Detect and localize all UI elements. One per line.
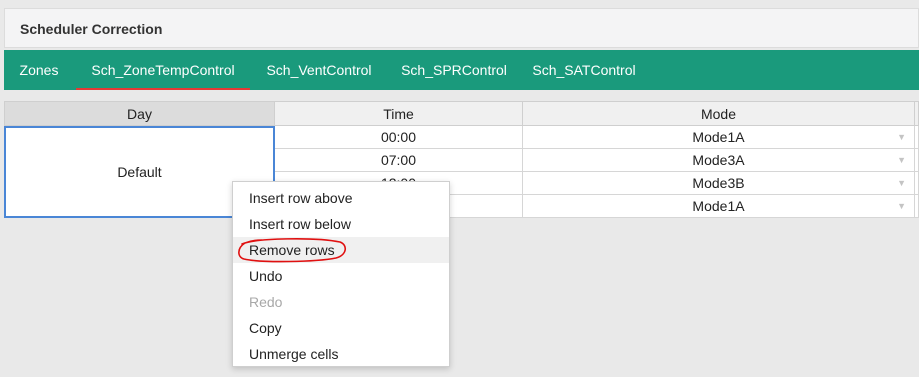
row-edge	[915, 172, 919, 195]
column-header-mode[interactable]: Mode	[523, 101, 915, 126]
dropdown-arrow-icon[interactable]: ▼	[897, 172, 906, 194]
menu-item-unmerge-cells[interactable]: Unmerge cells	[233, 341, 449, 367]
tab-bar: Zones Sch_ZoneTempControl Sch_VentContro…	[4, 50, 919, 90]
dropdown-arrow-icon[interactable]: ▼	[897, 195, 906, 217]
column-header-time[interactable]: Time	[275, 101, 523, 126]
tab-sch-sprcontrol[interactable]: Sch_SPRControl	[390, 50, 518, 90]
mode-value: Mode3B	[692, 175, 745, 191]
menu-item-remove-rows[interactable]: Remove rows	[233, 237, 449, 263]
mode-cell[interactable]: Mode3A ▼	[523, 149, 915, 172]
menu-item-undo[interactable]: Undo	[233, 263, 449, 289]
time-cell[interactable]: 07:00	[275, 149, 523, 172]
dropdown-arrow-icon[interactable]: ▼	[897, 126, 906, 148]
active-tab-indicator	[76, 88, 250, 90]
menu-item-redo: Redo	[249, 294, 283, 310]
mode-value: Mode1A	[692, 129, 745, 145]
tab-sch-satcontrol[interactable]: Sch_SATControl	[522, 50, 646, 90]
dropdown-arrow-icon[interactable]: ▼	[897, 149, 906, 171]
tab-sch-zonetempcontrol[interactable]: Sch_ZoneTempControl	[76, 50, 250, 90]
page-title: Scheduler Correction	[20, 21, 163, 37]
tab-label: Sch_ZoneTempControl	[91, 62, 235, 78]
tab-label: Sch_SATControl	[532, 62, 636, 78]
mode-cell[interactable]: Mode1A ▼	[523, 195, 915, 218]
context-menu: Insert row above Insert row below Remove…	[232, 181, 450, 367]
row-edge	[915, 126, 919, 149]
mode-value: Mode1A	[692, 198, 745, 214]
menu-item-copy[interactable]: Copy	[233, 315, 449, 341]
menu-item-insert-row-below[interactable]: Insert row below	[233, 211, 449, 237]
menu-item-insert-row-above[interactable]: Insert row above	[233, 185, 449, 211]
mode-value: Mode3A	[692, 152, 745, 168]
page-header: Scheduler Correction	[4, 8, 919, 48]
row-edge	[915, 149, 919, 172]
column-header-spacer	[915, 101, 919, 126]
tab-sch-ventcontrol[interactable]: Sch_VentControl	[254, 50, 384, 90]
tab-label: Sch_SPRControl	[401, 62, 507, 78]
tab-zones[interactable]: Zones	[10, 50, 68, 90]
mode-cell[interactable]: Mode3B ▼	[523, 172, 915, 195]
mode-cell[interactable]: Mode1A ▼	[523, 126, 915, 149]
row-edge	[915, 195, 919, 218]
schedule-table: Day Time Mode Default 00:00 Mode1A ▼ 07:…	[4, 101, 919, 218]
day-value: Default	[117, 164, 162, 180]
tab-label: Sch_VentControl	[266, 62, 372, 78]
tab-label: Zones	[19, 62, 59, 78]
time-cell[interactable]: 00:00	[275, 126, 523, 149]
column-header-day[interactable]: Day	[4, 101, 275, 126]
